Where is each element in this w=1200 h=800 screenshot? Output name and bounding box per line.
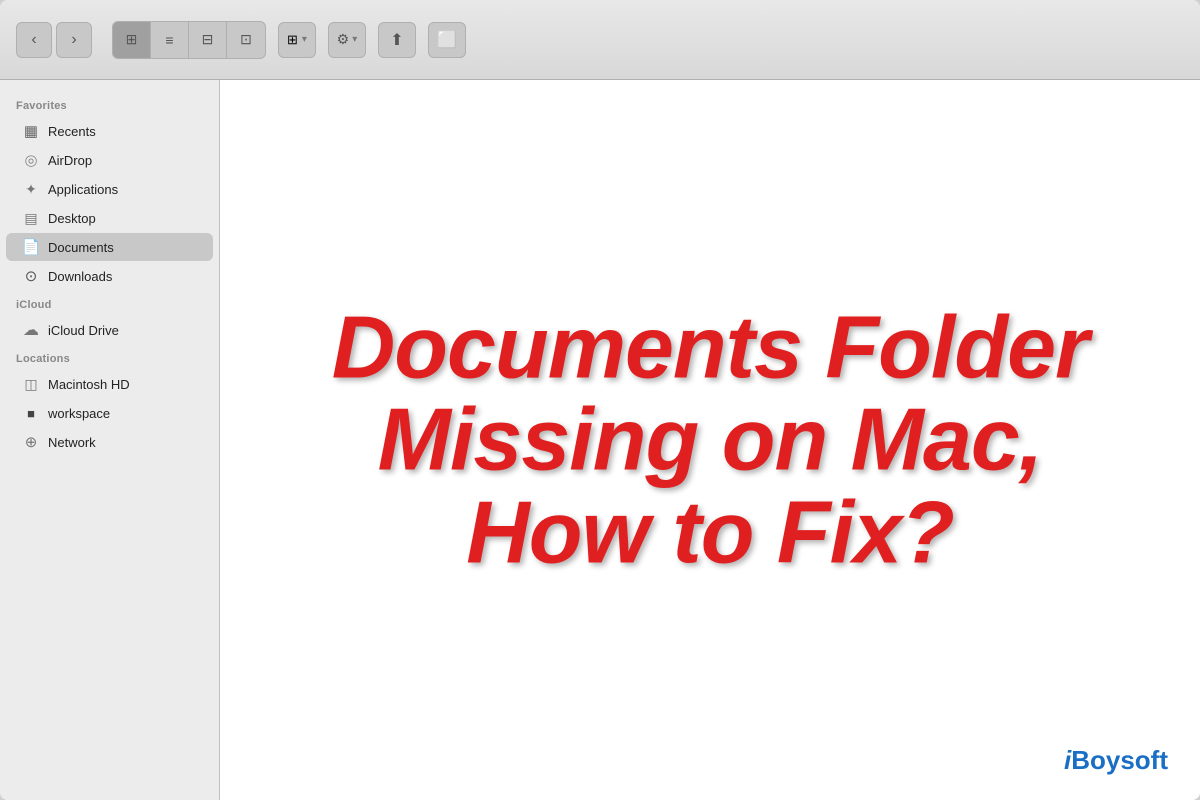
sidebar-item-downloads[interactable]: Downloads [6,262,213,290]
nav-buttons: ‹ › [16,22,92,58]
list-view-button[interactable]: ≡ [151,22,189,58]
sidebar-item-macintosh-hd[interactable]: Macintosh HD [6,370,213,398]
sidebar-label-network: Network [48,435,96,450]
gallery-view-button[interactable]: ⊡ [227,22,265,58]
group-selector[interactable]: ⊞ ▾ [278,22,316,58]
finder-window: ‹ › ⊞ ≡ ⊟ ⊡ ⊞ ▾ ⚙ ▾ [0,0,1200,800]
workspace-icon [22,404,40,422]
main-content: Documents Folder Missing on Mac, How to … [220,80,1200,800]
column-view-button[interactable]: ⊟ [189,22,227,58]
sidebar-label-documents: Documents [48,240,114,255]
sidebar-item-documents[interactable]: Documents [6,233,213,261]
share-button[interactable]: ⬆ [378,22,416,58]
icon-view-button[interactable]: ⊞ [113,22,151,58]
documents-icon [22,238,40,256]
applications-icon [22,180,40,198]
gallery-view-icon: ⊡ [240,31,252,48]
view-controls: ⊞ ≡ ⊟ ⊡ [112,21,266,59]
sidebar-item-airdrop[interactable]: AirDrop [6,146,213,174]
sidebar-item-icloud-drive[interactable]: iCloud Drive [6,316,213,344]
brand-suffix: Boysoft [1071,745,1168,775]
gear-chevron-icon: ▾ [352,34,357,45]
desktop-icon [22,209,40,227]
downloads-icon [22,267,40,285]
group-icon: ⊞ [287,32,298,48]
brand-logo: iBoysoft [1064,745,1168,776]
sidebar-item-desktop[interactable]: Desktop [6,204,213,232]
sidebar-item-applications[interactable]: Applications [6,175,213,203]
icloud-section-label: iCloud [0,291,219,315]
forward-button[interactable]: › [56,22,92,58]
headline-overlay: Documents Folder Missing on Mac, How to … [269,301,1151,578]
sidebar-label-airdrop: AirDrop [48,153,92,168]
hd-icon [22,375,40,393]
tag-icon: ⬜ [437,30,457,50]
sidebar-item-workspace[interactable]: workspace [6,399,213,427]
share-icon: ⬆ [390,30,403,50]
headline-line1: Documents Folder [332,297,1089,396]
sidebar-label-downloads: Downloads [48,269,112,284]
sidebar-label-workspace: workspace [48,406,110,421]
sidebar-label-icloud-drive: iCloud Drive [48,323,119,338]
icloud-icon [22,321,40,339]
favorites-section-label: Favorites [0,92,219,116]
locations-section-label: Locations [0,345,219,369]
list-view-icon: ≡ [165,32,173,48]
toolbar: ‹ › ⊞ ≡ ⊟ ⊡ ⊞ ▾ ⚙ ▾ [0,0,1200,80]
headline-line3: How to Fix? [466,482,954,581]
recents-icon [22,122,40,140]
tag-button[interactable]: ⬜ [428,22,466,58]
sidebar: Favorites Recents AirDrop Applications D… [0,80,220,800]
sidebar-label-desktop: Desktop [48,211,96,226]
back-icon: ‹ [31,31,36,49]
sidebar-item-recents[interactable]: Recents [6,117,213,145]
column-view-icon: ⊟ [202,31,214,48]
window-body: Favorites Recents AirDrop Applications D… [0,80,1200,800]
chevron-down-icon: ▾ [302,34,307,45]
icon-view-icon: ⊞ [126,31,138,48]
gear-icon: ⚙ [337,31,350,48]
airdrop-icon [22,151,40,169]
headline-line2: Missing on Mac, [378,390,1043,489]
forward-icon: › [71,31,76,49]
sidebar-label-applications: Applications [48,182,118,197]
sidebar-label-macintosh-hd: Macintosh HD [48,377,130,392]
sidebar-item-network[interactable]: Network [6,428,213,456]
back-button[interactable]: ‹ [16,22,52,58]
headline-text: Documents Folder Missing on Mac, How to … [269,301,1151,578]
network-icon [22,433,40,451]
action-button[interactable]: ⚙ ▾ [328,22,366,58]
sidebar-label-recents: Recents [48,124,96,139]
